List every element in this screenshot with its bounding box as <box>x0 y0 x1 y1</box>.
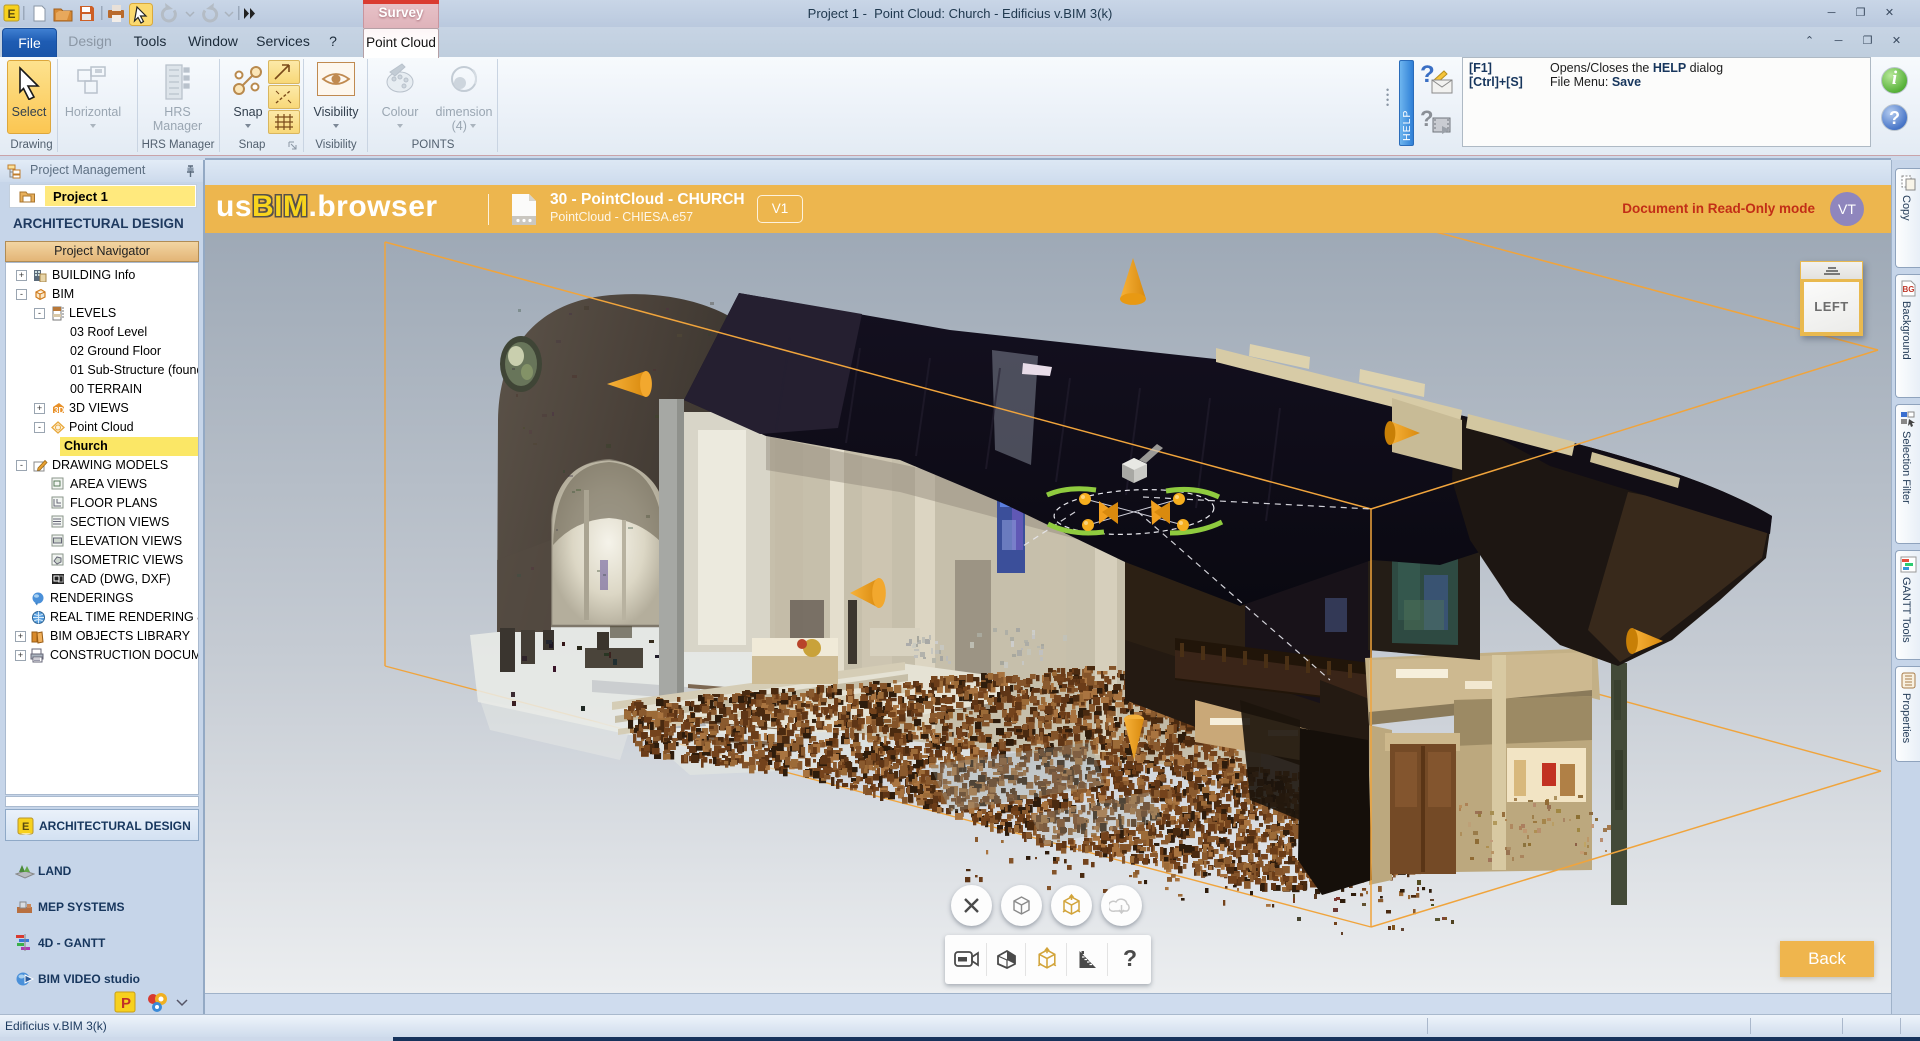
svg-text:E: E <box>8 7 16 21</box>
svg-text:E: E <box>22 821 29 833</box>
svg-text:?: ? <box>1420 106 1433 131</box>
svg-text:BG: BG <box>1903 285 1915 294</box>
svg-text:P: P <box>121 995 131 1012</box>
svg-text:3D: 3D <box>54 406 64 415</box>
